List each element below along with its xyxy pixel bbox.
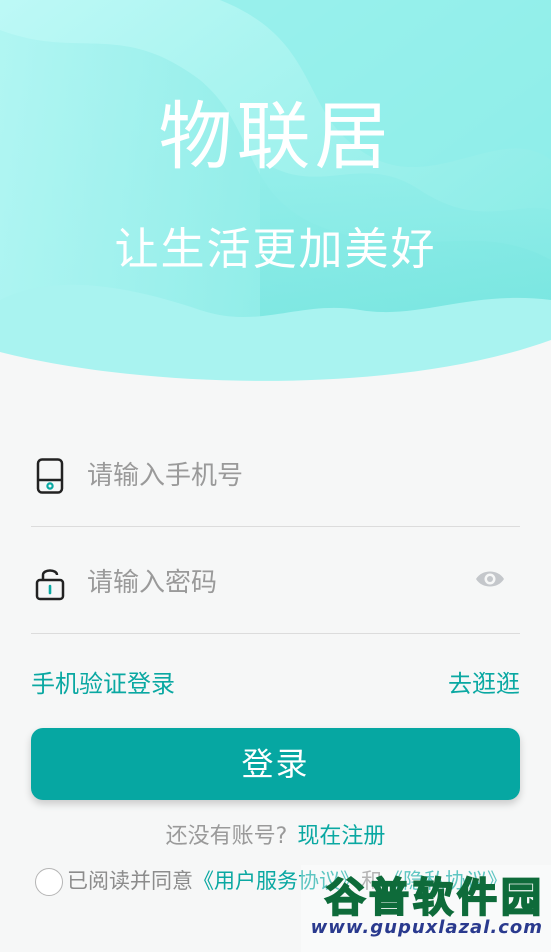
login-button[interactable]: 登录 (31, 728, 520, 800)
app-title: 物联居 (158, 94, 393, 180)
agreement-prefix: 已阅读并同意 (67, 869, 193, 893)
phone-icon (35, 458, 65, 494)
phone-input[interactable] (85, 450, 469, 502)
phone-field (31, 420, 520, 527)
register-link[interactable]: 现在注册 (297, 824, 385, 849)
sms-login-link[interactable]: 手机验证登录 (31, 664, 175, 699)
watermark-name: 谷普软件园 (324, 874, 545, 922)
register-row: 还没有账号? 现在注册 (0, 818, 551, 850)
eye-icon[interactable] (474, 567, 506, 591)
watermark-url: www.gupuxlazal.com (310, 917, 543, 938)
app-slogan: 让生活更加美好 (114, 224, 437, 275)
agreement-checkbox[interactable] (35, 868, 63, 896)
watermark: 谷普软件园 www.gupuxlazal.com (301, 865, 551, 952)
password-field (31, 527, 520, 634)
browse-link[interactable]: 去逛逛 (448, 664, 520, 699)
password-input[interactable] (85, 557, 469, 609)
hero-banner: 物联居 让生活更加美好 (0, 0, 551, 400)
register-question: 还没有账号? (165, 824, 288, 849)
lock-icon (35, 565, 65, 601)
hero-waves (0, 0, 551, 400)
